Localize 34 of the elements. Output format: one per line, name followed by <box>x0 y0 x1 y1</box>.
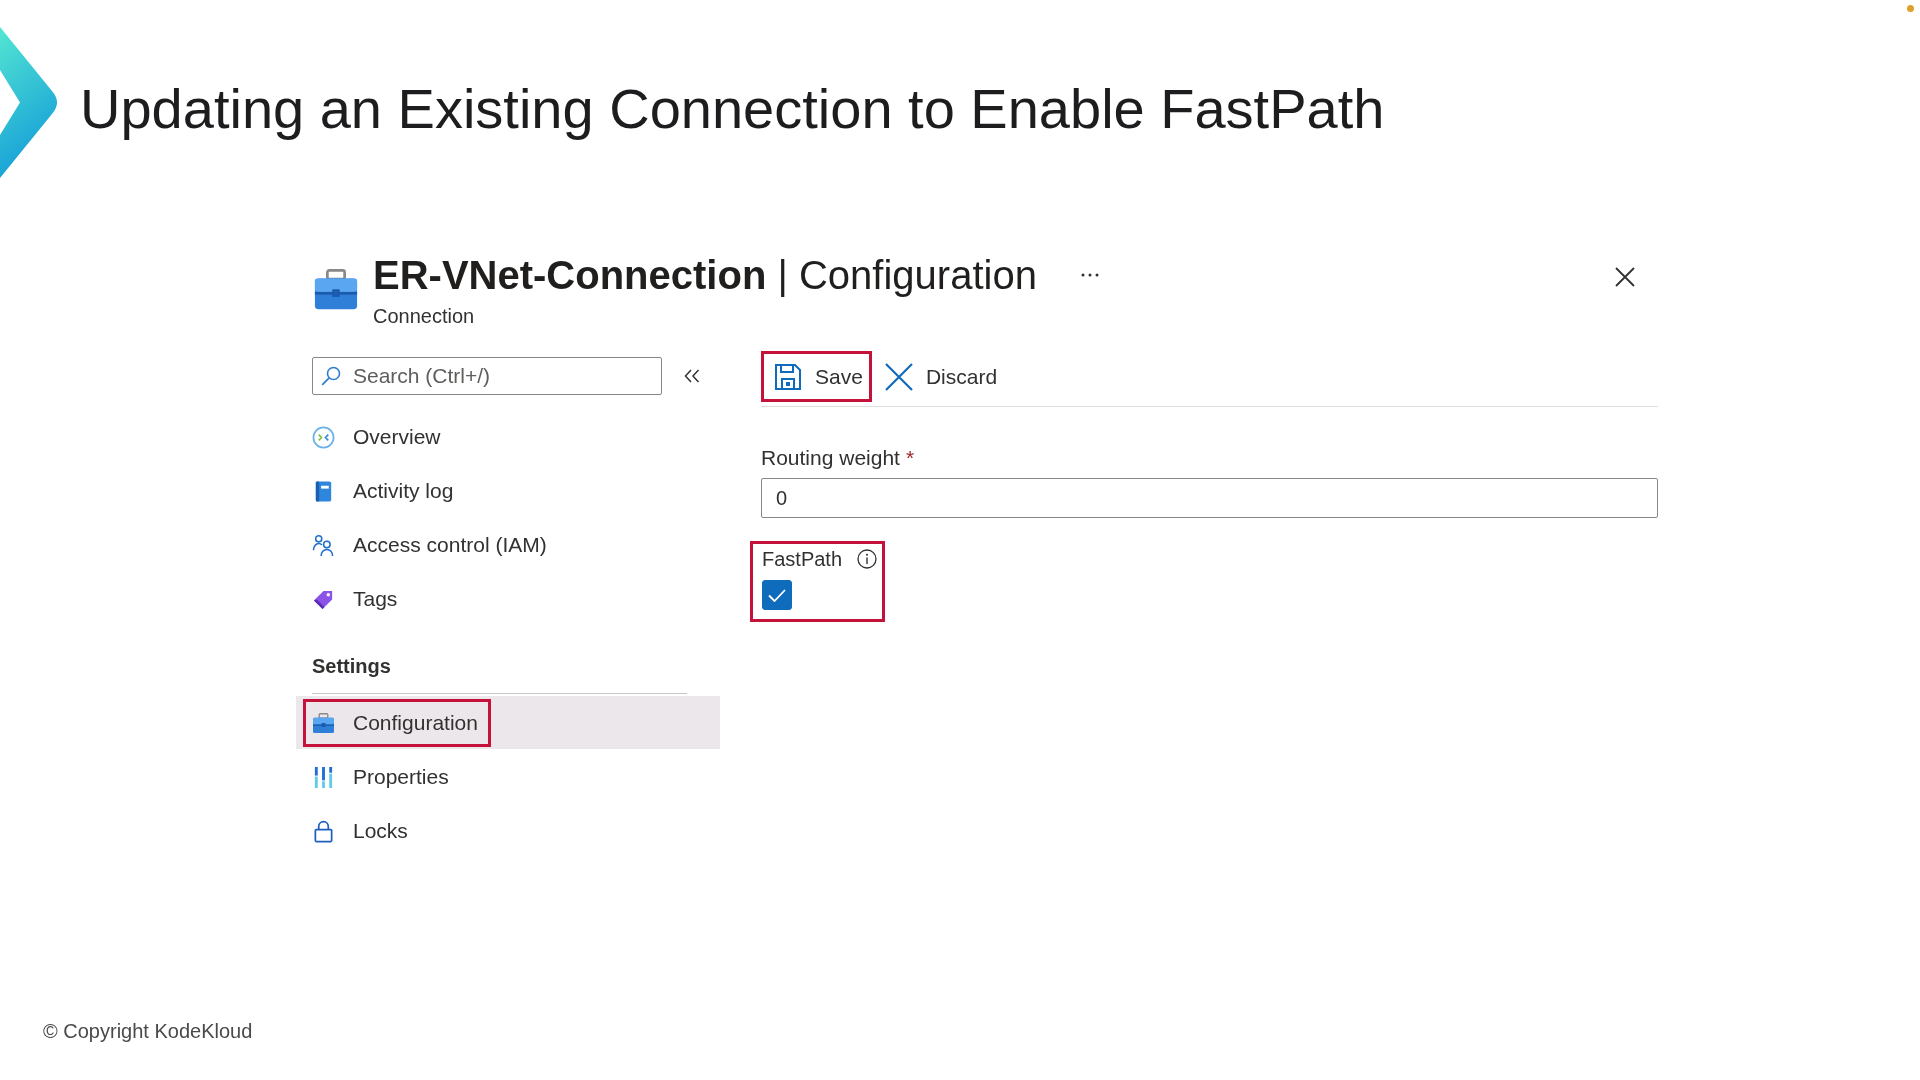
field-label: Routing weight <box>761 446 900 470</box>
lock-icon <box>312 819 335 843</box>
nav-item[interactable]: Properties <box>296 750 720 803</box>
routing-weight-input[interactable]: 0 <box>761 478 1658 518</box>
slide-title: Updating an Existing Connection to Enable FastPath <box>80 76 1385 142</box>
fastpath-checkbox[interactable] <box>762 580 792 610</box>
required-mark: * <box>905 446 915 470</box>
circle-arrows-icon <box>312 425 335 449</box>
people-icon <box>312 533 335 557</box>
double-chevron-left-icon <box>684 369 700 383</box>
discard-button[interactable]: Discard <box>871 351 1007 402</box>
dot-icon <box>1907 5 1914 12</box>
toolbox-icon <box>313 268 359 312</box>
bars-icon <box>312 765 335 789</box>
nav-item[interactable]: Tags <box>296 572 720 625</box>
nav-item[interactable]: Overview <box>296 410 720 463</box>
toolbox-icon <box>312 712 335 734</box>
nav-item[interactable]: Activity log <box>296 464 720 517</box>
cross-icon <box>884 362 913 391</box>
blade-subtitle: Connection <box>373 304 475 328</box>
nav-item[interactable]: Configuration <box>296 696 720 749</box>
nav-item[interactable]: Locks <box>296 804 720 857</box>
copyright-text: © Copyright KodeKloud <box>43 1019 253 1043</box>
search-icon <box>321 366 341 386</box>
check-icon <box>768 588 786 602</box>
section-heading: Settings <box>312 654 391 679</box>
blade-title: ER-VNet-Connection | Configuration <box>373 252 1037 298</box>
field-label: FastPath <box>762 547 843 571</box>
close-icon <box>1615 267 1635 287</box>
nav-item[interactable]: Access control (IAM) <box>296 518 720 571</box>
ellipsis-icon <box>1080 273 1099 277</box>
save-button[interactable]: Save <box>761 351 872 402</box>
search-field[interactable]: Search (Ctrl+/) <box>312 357 662 395</box>
info-icon <box>857 549 878 569</box>
